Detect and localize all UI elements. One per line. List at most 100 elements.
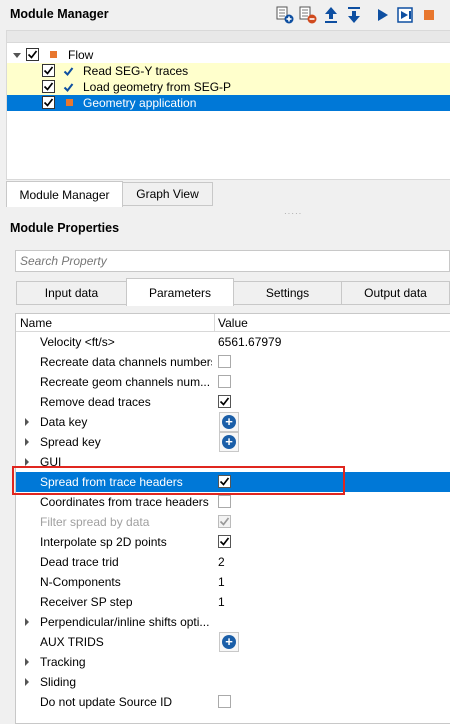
- property-name: Coordinates from trace headers: [40, 495, 209, 509]
- splitter-grip[interactable]: ·····: [284, 209, 302, 218]
- add-item-button[interactable]: +: [219, 632, 239, 652]
- property-name: Spread key: [40, 435, 101, 449]
- tab-parameters[interactable]: Parameters: [126, 278, 234, 306]
- move-down-icon[interactable]: [345, 6, 363, 24]
- property-name: Data key: [40, 415, 88, 429]
- expand-arrow-icon[interactable]: [25, 438, 29, 446]
- expand-arrow-icon[interactable]: [25, 618, 29, 626]
- property-row[interactable]: Spread from trace headers: [16, 472, 450, 492]
- property-row[interactable]: Tracking: [16, 652, 450, 672]
- tab-output-data[interactable]: Output data: [341, 281, 450, 305]
- property-name: Filter spread by data: [40, 515, 150, 529]
- pending-status-icon: [66, 99, 73, 106]
- module-manager-title: Module Manager: [10, 7, 109, 21]
- flow-status-icon: [50, 51, 57, 58]
- property-row[interactable]: Do not update Source ID: [16, 692, 450, 712]
- tab-module-manager[interactable]: Module Manager: [6, 181, 123, 207]
- property-name: Velocity <ft/s>: [40, 335, 115, 349]
- stop-icon[interactable]: [420, 6, 438, 24]
- expand-arrow-icon[interactable]: [25, 678, 29, 686]
- add-module-icon[interactable]: [276, 6, 294, 24]
- property-grid-header: Name Value: [16, 314, 450, 332]
- property-name: Sliding: [40, 675, 77, 689]
- property-row[interactable]: Data key +: [16, 412, 450, 432]
- property-row[interactable]: GUI: [16, 452, 450, 472]
- step-run-icon[interactable]: [397, 6, 415, 24]
- property-name: Recreate geom channels num...: [40, 375, 211, 389]
- done-check-icon: [63, 67, 74, 77]
- module-toolbar: [276, 5, 443, 25]
- property-row[interactable]: Remove dead traces: [16, 392, 450, 412]
- property-value[interactable]: 1: [218, 595, 225, 609]
- property-row[interactable]: Interpolate sp 2D points: [16, 532, 450, 552]
- property-value[interactable]: 2: [218, 555, 225, 569]
- view-tabs: Module Manager Graph View: [6, 181, 450, 207]
- properties-tabs: Input data Parameters Settings Output da…: [15, 278, 450, 306]
- property-row[interactable]: Filter spread by data: [16, 512, 450, 532]
- property-row[interactable]: Perpendicular/inline shifts opti...: [16, 612, 450, 632]
- property-checkbox[interactable]: [218, 355, 231, 368]
- property-name: N-Components: [40, 575, 121, 589]
- property-row[interactable]: Recreate geom channels num...: [16, 372, 450, 392]
- property-name: Perpendicular/inline shifts opti...: [40, 615, 210, 629]
- property-name: Tracking: [40, 655, 86, 669]
- search-property-input[interactable]: Search Property: [15, 250, 450, 272]
- property-row[interactable]: Recreate data channels numbers: [16, 352, 450, 372]
- property-checkbox: [218, 515, 231, 528]
- property-value[interactable]: 6561.67979: [218, 335, 281, 349]
- property-checkbox[interactable]: [218, 475, 231, 488]
- flow-root-row[interactable]: Flow: [7, 47, 450, 63]
- move-up-icon[interactable]: [322, 6, 340, 24]
- property-checkbox[interactable]: [218, 695, 231, 708]
- plus-icon: +: [222, 435, 236, 449]
- run-icon[interactable]: [374, 6, 392, 24]
- done-check-icon: [63, 83, 74, 93]
- property-name: Receiver SP step: [40, 595, 133, 609]
- flow-root-checkbox[interactable]: [26, 48, 39, 61]
- tab-settings[interactable]: Settings: [233, 281, 342, 305]
- flow-item-checkbox[interactable]: [42, 64, 55, 77]
- property-grid: Name Value Velocity <ft/s> 6561.67979 Recr…: [15, 313, 450, 724]
- property-checkbox[interactable]: [218, 375, 231, 388]
- property-checkbox[interactable]: [218, 495, 231, 508]
- expand-arrow-icon[interactable]: [25, 418, 29, 426]
- flow-item-checkbox[interactable]: [42, 96, 55, 109]
- property-checkbox[interactable]: [218, 395, 231, 408]
- tab-input-data[interactable]: Input data: [16, 281, 127, 305]
- property-row[interactable]: Dead trace trid 2: [16, 552, 450, 572]
- property-name: Interpolate sp 2D points: [40, 535, 167, 549]
- property-row[interactable]: Receiver SP step 1: [16, 592, 450, 612]
- property-value[interactable]: 1: [218, 575, 225, 589]
- plus-icon: +: [222, 635, 236, 649]
- flow-tree[interactable]: Flow Read SEG-Y traces Load geometry fro…: [6, 43, 450, 180]
- property-row[interactable]: Coordinates from trace headers: [16, 492, 450, 512]
- property-name: Spread from trace headers: [40, 475, 183, 489]
- property-row[interactable]: Velocity <ft/s> 6561.67979: [16, 332, 450, 352]
- property-row[interactable]: Spread key +: [16, 432, 450, 452]
- flow-item-read-segy[interactable]: Read SEG-Y traces: [7, 63, 450, 79]
- property-name: Remove dead traces: [40, 395, 151, 409]
- add-item-button[interactable]: +: [219, 412, 239, 432]
- property-name: GUI: [40, 455, 62, 469]
- remove-module-icon[interactable]: [299, 6, 317, 24]
- add-item-button[interactable]: +: [219, 432, 239, 452]
- expand-arrow-icon[interactable]: [25, 658, 29, 666]
- flow-item-checkbox[interactable]: [42, 80, 55, 93]
- property-name: Dead trace trid: [40, 555, 119, 569]
- tab-graph-view[interactable]: Graph View: [122, 182, 213, 206]
- flow-item-geometry-application[interactable]: Geometry application: [7, 95, 450, 111]
- column-header-name[interactable]: Name: [20, 316, 52, 330]
- module-properties-title: Module Properties: [10, 221, 120, 235]
- property-checkbox[interactable]: [218, 535, 231, 548]
- property-row[interactable]: N-Components 1: [16, 572, 450, 592]
- column-header-value[interactable]: Value: [218, 316, 248, 330]
- collapse-arrow-icon[interactable]: [13, 53, 21, 58]
- property-row[interactable]: AUX TRIDS +: [16, 632, 450, 652]
- flow-item-label: Read SEG-Y traces: [83, 64, 189, 78]
- expand-arrow-icon[interactable]: [25, 458, 29, 466]
- plus-icon: +: [222, 415, 236, 429]
- property-name: Recreate data channels numbers: [40, 355, 212, 369]
- flow-item-load-geometry[interactable]: Load geometry from SEG-P: [7, 79, 450, 95]
- property-name: AUX TRIDS: [40, 635, 104, 649]
- property-row[interactable]: Sliding: [16, 672, 450, 692]
